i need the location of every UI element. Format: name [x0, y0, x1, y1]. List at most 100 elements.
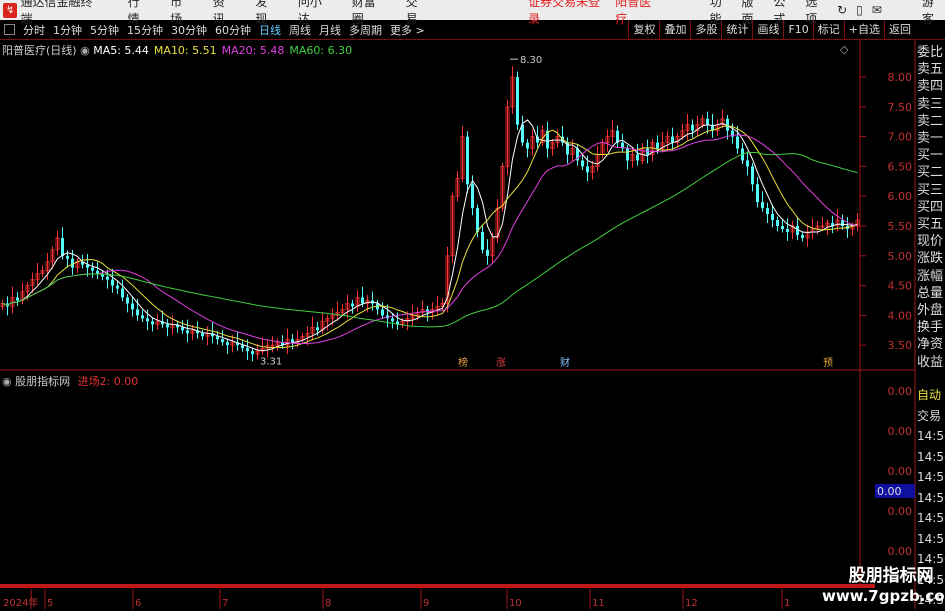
toolbar-button[interactable]: 复权 [628, 20, 659, 40]
trade-time: 14:56 [917, 449, 945, 464]
period-tab[interactable]: 多周期 [349, 22, 382, 38]
event-marker[interactable]: 涨 [496, 357, 506, 369]
candle-body [586, 166, 589, 173]
x-tick-label: 6 [135, 598, 141, 609]
current-value: 0.00 [877, 485, 902, 498]
ma5-line [2, 119, 858, 352]
candle-body [146, 318, 149, 322]
refresh-icon[interactable]: ↻ [837, 3, 847, 17]
y-tick-label: 6.50 [888, 160, 913, 173]
y-tick-label: 5.00 [888, 250, 913, 263]
indicator-value: 进场2: 0.00 [77, 375, 139, 388]
period-tab[interactable]: 15分钟 [127, 22, 163, 38]
trade-time: 14:56 [917, 429, 945, 443]
mail-icon[interactable]: ✉ [872, 3, 882, 17]
phone-icon[interactable]: ▯ [856, 3, 863, 17]
quote-field: 净资 [917, 337, 944, 353]
toolbar-button[interactable]: 叠加 [659, 20, 690, 40]
candle-body [706, 118, 709, 125]
diamond-icon[interactable]: ◇ [840, 43, 849, 56]
candle-body [471, 184, 474, 209]
candle-body [66, 255, 69, 259]
period-tab[interactable]: 周线 [289, 22, 311, 38]
toolbar-button[interactable]: +自选 [843, 20, 884, 40]
quote-field: 现价 [917, 234, 944, 250]
period-tab[interactable]: 60分钟 [215, 22, 251, 38]
toolbar-button[interactable]: 返回 [884, 20, 915, 40]
quote-field: 卖五 [917, 62, 944, 78]
menu-bar: ↯ 通达信金融终端 行情 市场 资讯 发现 问小达 财富圈 交易 证券交易未登录 阳普医疗 … [0, 0, 945, 26]
quote-field: 涨幅 [917, 268, 944, 284]
candle-body [481, 231, 484, 250]
event-marker[interactable]: 榜 [458, 356, 468, 369]
quote-field: 买四 [917, 199, 944, 215]
candle-body [151, 321, 154, 325]
ma-label: MA5: 5.44 [93, 44, 149, 57]
event-marker[interactable]: 财 [560, 356, 570, 369]
period-tab[interactable]: 分时 [23, 22, 45, 38]
settings-icon[interactable]: ◉ [80, 44, 90, 57]
period-tab[interactable]: 1分钟 [53, 22, 82, 38]
candle-body [526, 142, 529, 149]
ma-label: MA60: 6.30 [289, 44, 353, 57]
candle-body [746, 160, 749, 167]
x-tick-label: 9 [423, 598, 429, 609]
trade-label[interactable]: 交易 [917, 406, 945, 427]
x-tick-label: 2024年 [3, 596, 38, 609]
candle-body [736, 136, 739, 149]
quote-field: 涨跌 [917, 251, 944, 267]
y-tick-label: 4.50 [888, 280, 913, 293]
candle-body [581, 160, 584, 167]
candle-body [776, 220, 779, 226]
candle-body [751, 166, 754, 185]
toolbar-button[interactable]: F10 [783, 20, 812, 40]
candle-body [361, 297, 364, 304]
candle-body [16, 297, 19, 301]
toolbar-button[interactable]: 统计 [721, 20, 752, 40]
candle-body [141, 315, 144, 319]
y-tick-label: 3.50 [888, 339, 913, 352]
toolbar-button[interactable]: 标记 [812, 20, 844, 40]
period-tab[interactable]: 月线 [319, 22, 341, 38]
period-tab[interactable]: 5分钟 [90, 22, 119, 38]
candle-body [241, 345, 244, 349]
indicator-tick-label: 0.00 [888, 425, 913, 438]
toolbar-button[interactable]: 多股 [690, 20, 721, 40]
period-tab[interactable]: 更多 > [390, 22, 425, 38]
y-tick-label: 4.00 [888, 309, 913, 322]
candle-body [131, 303, 134, 310]
event-marker[interactable]: 预 [823, 357, 833, 369]
candle-body [781, 226, 784, 229]
candle-body [756, 184, 759, 203]
watermark: 股朋指标网 www.7gpzb.com [822, 566, 945, 606]
period-tab[interactable]: 日线 [259, 22, 281, 38]
indicator-name: 股朋指标网 [15, 375, 71, 388]
candle-body [636, 154, 639, 161]
trade-time: 14:56 [917, 511, 945, 525]
ma10-line [2, 125, 858, 349]
quote-field: 卖二 [917, 113, 944, 129]
toolbar-button[interactable]: 画线 [752, 20, 783, 40]
chart-title: 阳普医疗(日线) ◉ MA5: 5.44 MA10: 5.51 MA20: 5.48… [2, 42, 357, 58]
candle-body [61, 237, 64, 256]
panel-toggle-icon[interactable] [4, 24, 15, 35]
candle-body [671, 136, 674, 143]
kline-chart[interactable]: ◇ 8.00 7.50 7.00 6.50 6.00 5.50 5.00 4.50 4.00 3.5… [0, 40, 945, 609]
settings-icon[interactable]: ◉ [2, 375, 12, 388]
candle-body [766, 208, 769, 215]
quote-field: 总量 [917, 285, 944, 301]
app-logo-icon: ↯ [3, 2, 18, 18]
quote-field: 卖四 [917, 79, 944, 95]
quote-field: 外盘 [917, 303, 944, 319]
candle-body [291, 339, 294, 343]
quote-field: 换手 [917, 320, 944, 336]
candle-body [251, 351, 254, 355]
auto-label[interactable]: 自动 [917, 385, 945, 406]
quote-panel: 委比 卖五 卖四 卖三 卖二 卖一 买一 买二 买三 买四 买五 现价 涨跌 涨幅 总量 外盘 换手 净资 收益 [917, 44, 945, 371]
indicator-tick-label: 0.00 [888, 545, 913, 558]
period-tab[interactable]: 30分钟 [171, 22, 207, 38]
indicator-tick-label: 0.00 [888, 505, 913, 518]
candle-body [216, 336, 219, 340]
candle-body [841, 220, 844, 226]
quote-field: 委比 [917, 45, 944, 60]
